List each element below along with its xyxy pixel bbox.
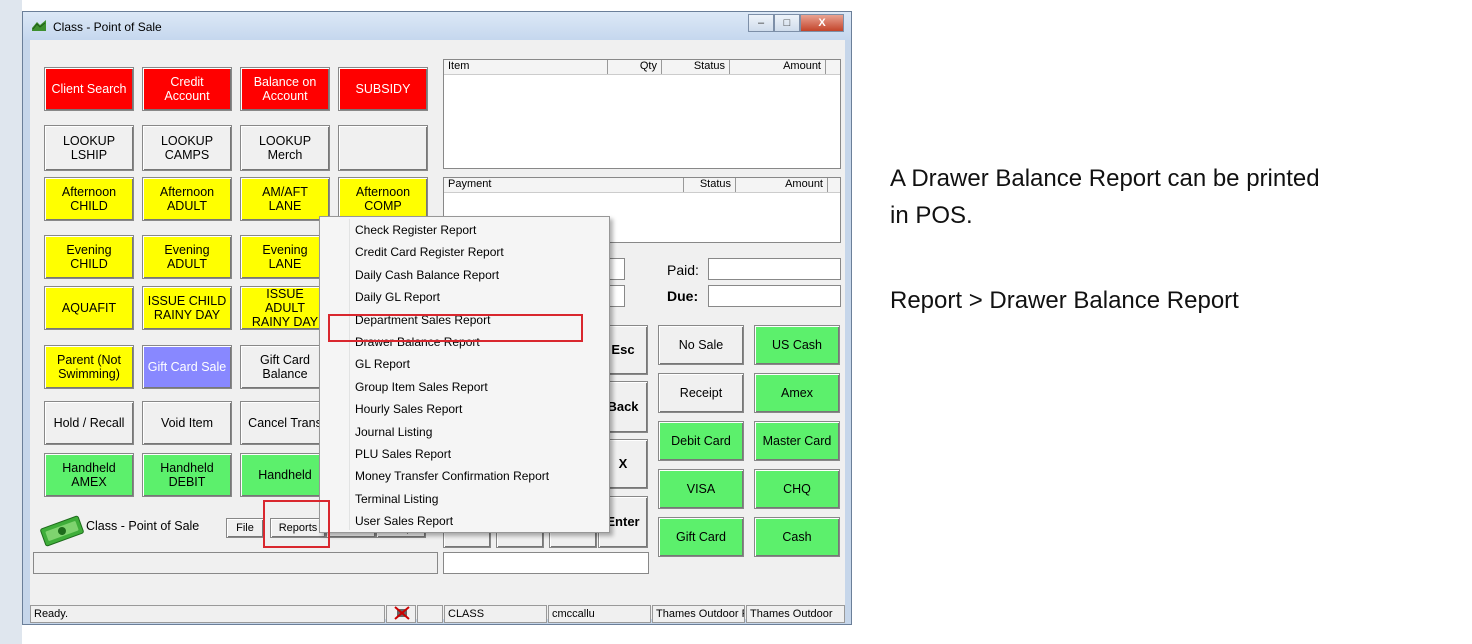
status-user: cmccallu [548, 605, 651, 623]
pos-button-lookup-camps[interactable]: LOOKUP CAMPS [142, 125, 232, 171]
tender-master-card[interactable]: Master Card [754, 421, 840, 461]
pos-button-evening-adult[interactable]: Evening ADULT [142, 235, 232, 279]
caption-line-3: Report > Drawer Balance Report [890, 287, 1239, 314]
pos-button-parent-not-swimming[interactable]: Parent (Not Swimming) [44, 345, 134, 389]
menu-item-group-item-sales-report[interactable]: Group Item Sales Report [355, 380, 488, 394]
pos-button-cancel-trans[interactable]: Cancel Trans [240, 401, 330, 445]
tender-amex[interactable]: Amex [754, 373, 840, 413]
pos-button-credit-account[interactable]: Credit Account [142, 67, 232, 111]
tender-gift-card[interactable]: Gift Card [658, 517, 744, 557]
tender-cash[interactable]: Cash [754, 517, 840, 557]
pos-button-blank[interactable] [338, 125, 428, 171]
tender-us-cash[interactable]: US Cash [754, 325, 840, 365]
pos-button-hold-recall[interactable]: Hold / Recall [44, 401, 134, 445]
pos-button-subsidy[interactable]: SUBSIDY [338, 67, 428, 111]
paid-field [708, 258, 841, 280]
desktop-background [0, 0, 22, 644]
pos-button-afternoon-adult[interactable]: Afternoon ADULT [142, 177, 232, 221]
app-icon [32, 20, 46, 31]
column-status[interactable]: Status [662, 60, 730, 74]
column-payment[interactable]: Payment [444, 178, 684, 192]
pos-button-afternoon-child[interactable]: Afternoon CHILD [44, 177, 134, 221]
menu-gutter [349, 219, 350, 530]
menu-item-gl-report[interactable]: GL Report [355, 357, 410, 371]
menu-item-credit-card-register-report[interactable]: Credit Card Register Report [355, 245, 504, 259]
pos-button-aquafit[interactable]: AQUAFIT [44, 286, 134, 330]
status-database: CLASS [444, 605, 547, 623]
pos-button-gift-card-balance[interactable]: Gift Card Balance [240, 345, 330, 389]
pos-button-issue-adult-rainy-day[interactable]: ISSUE ADULT RAINY DAY [240, 286, 330, 330]
column-item[interactable]: Item [444, 60, 608, 74]
item-list-header: Item Qty Status Amount [444, 60, 840, 75]
highlight-reports-menu [263, 500, 330, 548]
due-field [708, 285, 841, 307]
column-payment-status[interactable]: Status [684, 178, 736, 192]
menu-file[interactable]: File [226, 518, 264, 538]
pos-button-handheld-amex[interactable]: Handheld AMEX [44, 453, 134, 497]
pos-button-afternoon-comp[interactable]: Afternoon COMP [338, 177, 428, 221]
message-field [33, 552, 438, 574]
menu-item-journal-listing[interactable]: Journal Listing [355, 425, 432, 439]
status-location-2: Thames Outdoor [746, 605, 845, 623]
due-label: Due: [667, 288, 699, 304]
pos-button-evening-child[interactable]: Evening CHILD [44, 235, 134, 279]
tender-debit-card[interactable]: Debit Card [658, 421, 744, 461]
column-amount[interactable]: Amount [730, 60, 826, 74]
status-text: Ready. [30, 605, 385, 623]
reports-dropdown-menu: Check Register Report Credit Card Registe… [319, 216, 610, 533]
title-bar[interactable]: Class - Point of Sale – □ X [23, 12, 851, 40]
pos-button-am-aft-lane[interactable]: AM/AFT LANE [240, 177, 330, 221]
pos-button-handheld-debit[interactable]: Handheld DEBIT [142, 453, 232, 497]
pos-button-handheld[interactable]: Handheld [240, 453, 330, 497]
menu-item-terminal-listing[interactable]: Terminal Listing [355, 492, 438, 506]
column-qty[interactable]: Qty [608, 60, 662, 74]
menu-item-money-transfer-confirmation-report[interactable]: Money Transfer Confirmation Report [355, 469, 549, 483]
entry-field[interactable] [443, 552, 649, 574]
payment-list-header: Payment Status Amount [444, 178, 840, 193]
close-button[interactable]: X [800, 14, 844, 32]
tender-receipt[interactable]: Receipt [658, 373, 744, 413]
pos-button-evening-lane[interactable]: Evening LANE [240, 235, 330, 279]
money-icon [40, 515, 84, 547]
pos-button-void-item[interactable]: Void Item [142, 401, 232, 445]
menu-item-daily-cash-balance-report[interactable]: Daily Cash Balance Report [355, 268, 499, 282]
menubar-app-label: Class - Point of Sale [86, 519, 200, 533]
status-bar: Ready. CLASS cmccallu Thames Outdoor F T… [30, 605, 845, 625]
pos-button-issue-child-rainy-day[interactable]: ISSUE CHILD RAINY DAY [142, 286, 232, 330]
status-spacer [417, 605, 443, 623]
maximize-button[interactable]: □ [774, 14, 800, 32]
menu-item-daily-gl-report[interactable]: Daily GL Report [355, 290, 440, 304]
pos-button-lookup-merch[interactable]: LOOKUP Merch [240, 125, 330, 171]
minimize-button[interactable]: – [748, 14, 774, 32]
pos-button-balance-on-account[interactable]: Balance on Account [240, 67, 330, 111]
window-title: Class - Point of Sale [53, 20, 162, 34]
highlight-drawer-balance-report [328, 314, 583, 342]
column-payment-amount[interactable]: Amount [736, 178, 828, 192]
no-connection-icon [394, 606, 410, 620]
status-location-1: Thames Outdoor F [652, 605, 745, 623]
pos-button-client-search[interactable]: Client Search [44, 67, 134, 111]
tender-visa[interactable]: VISA [658, 469, 744, 509]
caption-line-2: in POS. [890, 202, 973, 229]
menu-item-user-sales-report[interactable]: User Sales Report [355, 514, 453, 528]
pos-button-gift-card-sale[interactable]: Gift Card Sale [142, 345, 232, 389]
menu-item-hourly-sales-report[interactable]: Hourly Sales Report [355, 402, 462, 416]
tender-no-sale[interactable]: No Sale [658, 325, 744, 365]
menu-item-plu-sales-report[interactable]: PLU Sales Report [355, 447, 451, 461]
paid-label: Paid: [667, 262, 699, 278]
caption-line-1: A Drawer Balance Report can be printed [890, 165, 1320, 192]
menu-item-check-register-report[interactable]: Check Register Report [355, 223, 476, 237]
tender-chq[interactable]: CHQ [754, 469, 840, 509]
status-icon-cell [386, 605, 416, 623]
item-list[interactable]: Item Qty Status Amount [443, 59, 841, 169]
pos-button-lookup-lship[interactable]: LOOKUP LSHIP [44, 125, 134, 171]
